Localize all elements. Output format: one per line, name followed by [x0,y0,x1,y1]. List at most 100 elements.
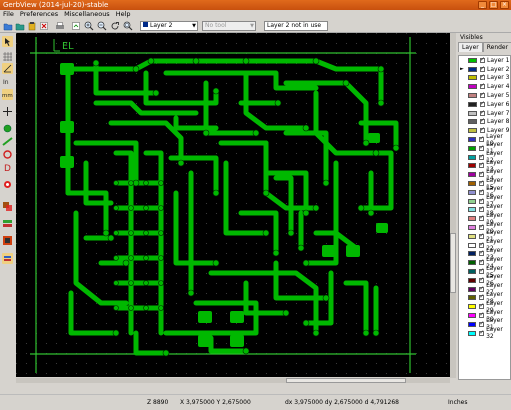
menu-file[interactable]: File [3,10,14,19]
close-button[interactable]: × [500,1,509,9]
tab-layer[interactable]: Layer [458,42,483,52]
zoom-in-icon[interactable] [84,21,94,31]
horizontal-scrollbar[interactable] [16,378,450,383]
layer-visibility-checkbox[interactable] [479,258,484,266]
negative-objects-icon[interactable] [2,179,13,190]
layer-color-swatch[interactable] [468,137,477,143]
layer-row[interactable]: Layer 8 [459,117,510,127]
layer-color-swatch[interactable] [468,330,477,336]
polar-coords-icon[interactable] [2,63,13,74]
layer-visibility-checkbox[interactable] [480,109,485,116]
show-highlight-icon[interactable] [2,235,13,246]
zoom-fit-icon[interactable] [123,21,133,31]
select-icon[interactable] [2,36,13,47]
layer-row[interactable]: Layer 6 [459,100,510,109]
layer-visibility-checkbox[interactable] [479,188,484,195]
grid-icon[interactable] [2,51,13,62]
zoom-redraw-icon[interactable] [110,21,120,31]
scroll-thumb[interactable] [450,233,456,293]
layer-color-swatch[interactable] [468,181,477,187]
layer-visibility-checkbox[interactable] [479,223,484,231]
layer-visibility-checkbox[interactable] [479,197,484,204]
open-drill-icon[interactable] [15,21,25,31]
layer-row[interactable]: Layer 32 [459,326,510,340]
menu-preferences[interactable]: Preferences [20,10,58,19]
layer-color-swatch[interactable] [468,198,477,204]
layer-visibility-checkbox[interactable] [479,205,484,213]
layer-color-swatch[interactable] [468,295,477,301]
layer-visibility-checkbox[interactable] [479,249,484,257]
show-layers-manager-icon[interactable] [2,253,13,264]
layer-color-swatch[interactable] [468,251,477,257]
layer-visibility-checkbox[interactable] [480,117,485,125]
open-gerber-icon[interactable] [3,21,13,31]
vertical-scrollbar[interactable] [450,33,456,378]
layer-color-swatch[interactable] [468,225,477,231]
layer-color-swatch[interactable] [468,84,477,90]
layer-row[interactable]: Layer 7 [459,109,510,118]
layer-row[interactable]: ► Layer 2 [459,65,510,74]
layer-row[interactable]: Layer 4 [459,82,510,91]
layer-color-swatch[interactable] [468,216,477,222]
layer-row[interactable]: Layer 1 [459,56,510,65]
layer-color-swatch[interactable] [468,207,477,213]
layer-visibility-checkbox[interactable] [479,329,484,336]
tab-render[interactable]: Render [482,42,511,52]
layer-select[interactable]: Layer 2 ▼ [140,21,198,31]
layer-visibility-checkbox[interactable] [480,73,485,81]
layer-visibility-checkbox[interactable] [479,214,484,222]
layer-visibility-checkbox[interactable] [479,144,484,151]
show-flashed-icon[interactable] [2,123,13,134]
layer-color-swatch[interactable] [468,110,477,116]
menu-miscellaneous[interactable]: Miscellaneous [64,10,110,19]
scroll-thumb[interactable] [286,378,406,383]
layer-color-swatch[interactable] [468,154,477,160]
layer-color-swatch[interactable] [468,313,477,318]
layer-color-swatch[interactable] [468,128,477,134]
layer-visibility-checkbox[interactable] [479,267,484,275]
layer-color-swatch[interactable] [468,57,477,63]
layer-color-swatch[interactable] [468,233,477,239]
layer-visibility-checkbox[interactable] [479,161,484,169]
print-icon[interactable] [55,21,65,31]
layer-visibility-checkbox[interactable] [480,82,485,90]
layer-color-swatch[interactable] [468,101,477,107]
pcb-board-view[interactable]: EL [16,33,450,377]
layer-color-swatch[interactable] [468,66,477,72]
layer-visibility-checkbox[interactable] [479,320,484,327]
layer-color-swatch[interactable] [468,260,477,266]
layer-color-swatch[interactable] [468,93,477,99]
maximize-button[interactable]: □ [489,1,498,9]
layer-row[interactable]: Layer 5 [459,91,510,100]
diff-mode-icon[interactable] [2,201,13,212]
open-zip-icon[interactable] [27,21,37,31]
plot-icon[interactable] [71,21,81,31]
layer-visibility-checkbox[interactable] [479,302,484,310]
layer-color-swatch[interactable] [468,269,477,275]
menu-help[interactable]: Help [116,10,131,19]
dcode-select[interactable]: No tool ▼ [202,21,256,31]
layer-visibility-checkbox[interactable] [479,285,484,292]
erase-all-icon[interactable] [39,21,49,31]
layer-color-swatch[interactable] [468,277,477,283]
layer-color-swatch[interactable] [468,242,477,248]
layer-color-swatch[interactable] [468,119,477,125]
drawing-canvas[interactable]: EL [16,33,450,377]
layer-visibility-checkbox[interactable] [479,241,484,248]
show-lines-icon[interactable] [2,136,13,147]
layers-manager-icon[interactable] [2,218,13,229]
layer-color-swatch[interactable] [468,304,477,310]
layer-visibility-checkbox[interactable] [479,170,484,178]
layer-visibility-checkbox[interactable] [480,126,485,134]
layer-row[interactable]: Layer 3 [459,73,510,83]
layer-visibility-checkbox[interactable] [479,153,484,160]
layer-color-swatch[interactable] [468,163,477,169]
show-dcodes-icon[interactable]: D [2,162,13,173]
layer-visibility-checkbox[interactable] [479,311,484,318]
zoom-out-icon[interactable] [97,21,107,31]
layer-visibility-checkbox[interactable] [479,232,484,239]
minimize-button[interactable]: _ [478,1,487,9]
layer-color-swatch[interactable] [468,189,477,195]
units-mm-icon[interactable]: mm [2,89,13,100]
layer-visibility-checkbox[interactable] [479,276,484,283]
